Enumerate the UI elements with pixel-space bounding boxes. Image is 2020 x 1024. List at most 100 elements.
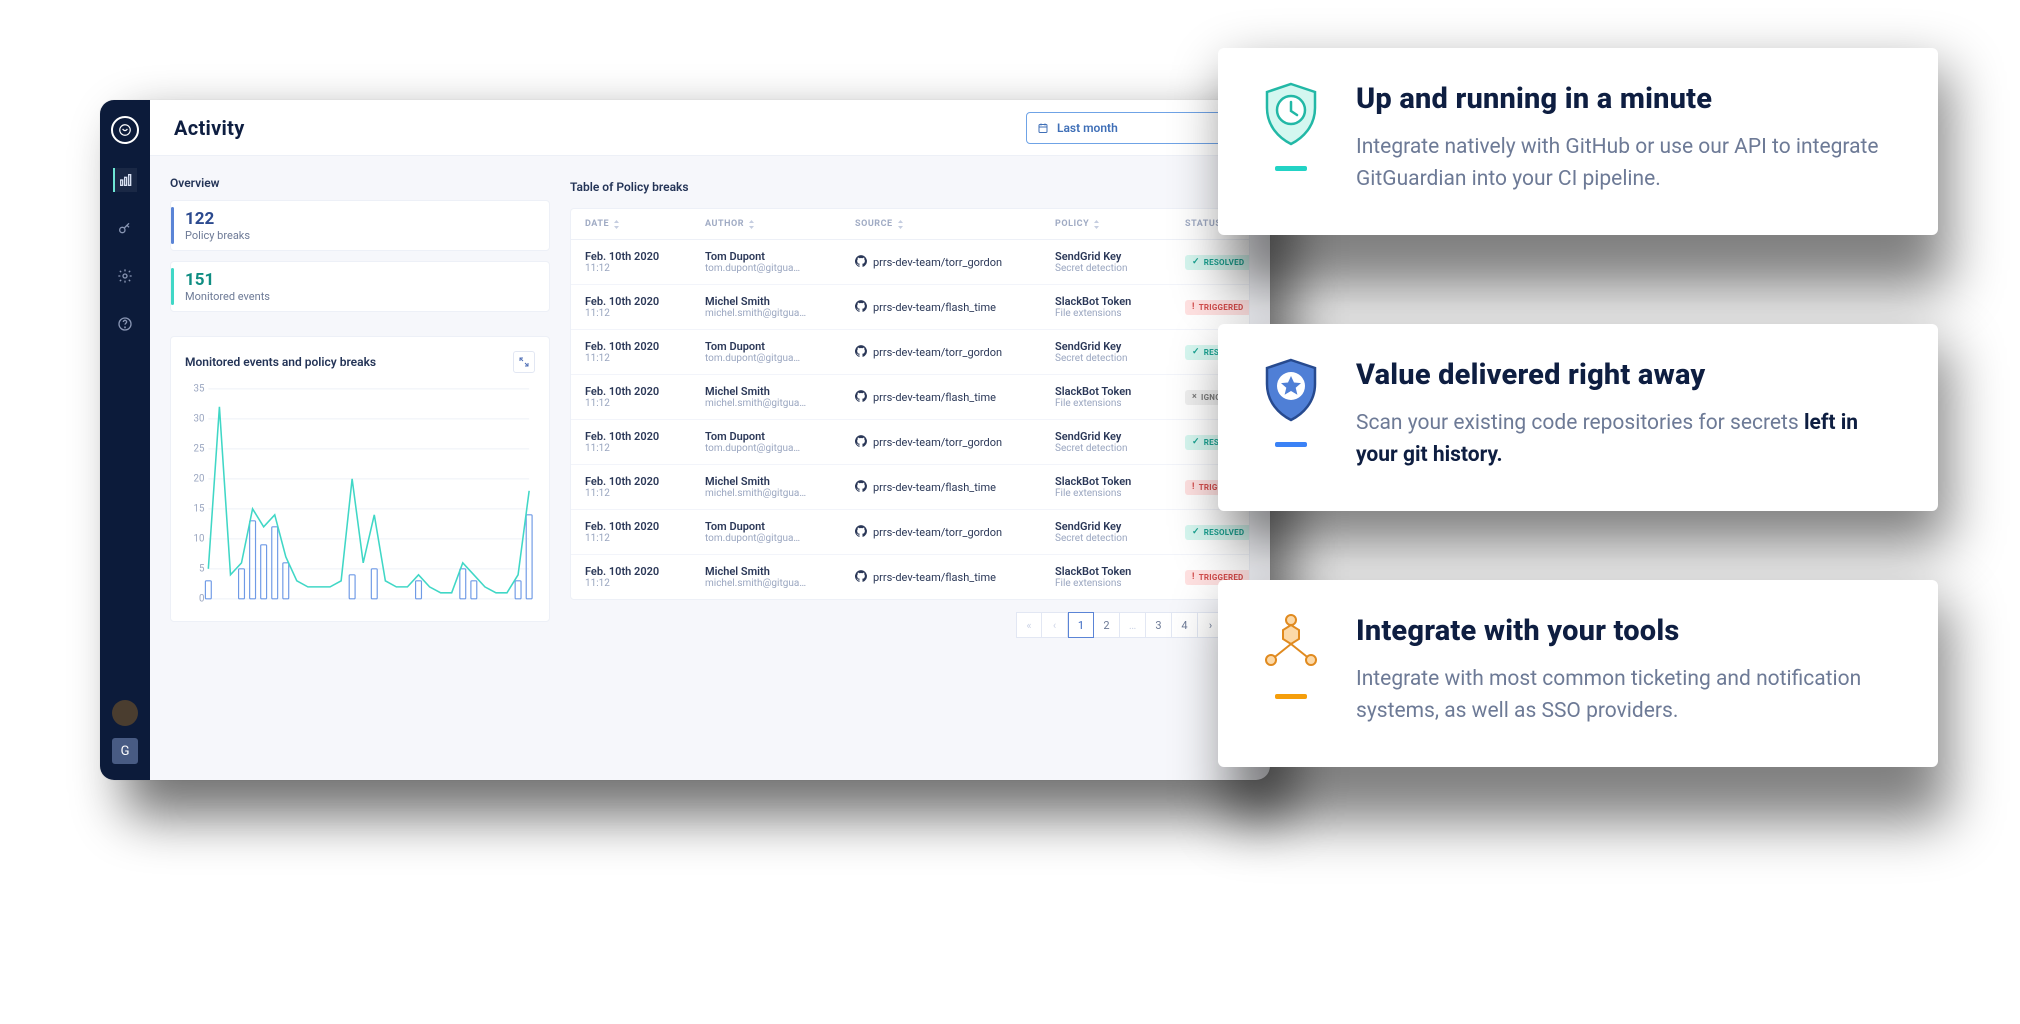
cell-policy-sub: File extensions: [1055, 398, 1185, 409]
table-row[interactable]: Feb. 10th 202011:12 Tom Duponttom.dupont…: [571, 420, 1249, 465]
cell-date: Feb. 10th 2020: [585, 340, 705, 353]
page-header: Activity Last month ▾: [150, 100, 1270, 156]
nodes-icon: [1263, 614, 1319, 674]
cell-author: Michel Smith: [705, 385, 855, 398]
cell-time: 11:12: [585, 353, 705, 364]
cell-time: 11:12: [585, 443, 705, 454]
user-avatar[interactable]: [112, 700, 138, 726]
chart-area: 05101520253035: [185, 383, 535, 613]
nav-settings[interactable]: [113, 264, 137, 288]
cell-date: Feb. 10th 2020: [585, 295, 705, 308]
cell-policy-sub: Secret detection: [1055, 533, 1185, 544]
dashboard-window: G Activity Last month ▾ Overview 122 Pol…: [100, 100, 1270, 780]
svg-text:10: 10: [194, 534, 205, 545]
cell-time: 11:12: [585, 533, 705, 544]
table-row[interactable]: Feb. 10th 202011:12 Michel Smithmichel.s…: [571, 555, 1249, 599]
feature-card-1: Up and running in a minute Integrate nat…: [1218, 48, 1938, 235]
table-row[interactable]: Feb. 10th 202011:12 Tom Duponttom.dupont…: [571, 510, 1249, 555]
clock-shield-icon: [1263, 82, 1319, 146]
nav-keys[interactable]: [113, 216, 137, 240]
cell-time: 11:12: [585, 398, 705, 409]
expand-icon: [518, 356, 530, 368]
stat-card[interactable]: 122 Policy breaks: [170, 200, 550, 251]
feature-2-body: Scan your existing code repositories for…: [1356, 408, 1896, 471]
github-icon: [855, 480, 867, 495]
policy-breaks-table: DATE AUTHOR SOURCE POLICY STATUS Feb. 10…: [570, 208, 1250, 600]
period-select[interactable]: Last month ▾: [1026, 112, 1246, 144]
cell-email: michel.smith@gitgua…: [705, 398, 855, 409]
svg-text:5: 5: [199, 564, 205, 575]
workspace-badge[interactable]: G: [112, 738, 138, 764]
table-row[interactable]: Feb. 10th 202011:12 Michel Smithmichel.s…: [571, 375, 1249, 420]
cell-policy: SendGrid Key: [1055, 520, 1185, 533]
github-icon: [855, 525, 867, 540]
table-row[interactable]: Feb. 10th 202011:12 Michel Smithmichel.s…: [571, 285, 1249, 330]
table-header-row: DATE AUTHOR SOURCE POLICY STATUS: [571, 209, 1249, 240]
content-area: Overview 122 Policy breaks151 Monitored …: [150, 156, 1270, 780]
star-shield-icon: [1263, 358, 1319, 422]
app-logo: [111, 116, 139, 144]
nav-activity[interactable]: [113, 168, 137, 192]
cell-author: Tom Dupont: [705, 250, 855, 263]
page-number[interactable]: 1: [1068, 612, 1094, 638]
left-column: Overview 122 Policy breaks 151 Monitored …: [170, 176, 550, 622]
table-row[interactable]: Feb. 10th 202011:12 Michel Smithmichel.s…: [571, 465, 1249, 510]
cell-email: michel.smith@gitgua…: [705, 578, 855, 589]
table-row[interactable]: Feb. 10th 202011:12 Tom Duponttom.dupont…: [571, 330, 1249, 375]
cell-email: michel.smith@gitgua…: [705, 488, 855, 499]
page-number: …: [1120, 612, 1146, 638]
column-header[interactable]: SOURCE: [855, 219, 1055, 229]
stat-value: 151: [185, 270, 535, 290]
github-icon: [855, 300, 867, 315]
page-number[interactable]: 2: [1094, 612, 1120, 638]
cell-source: prrs-dev-team/torr_gordon: [855, 525, 1055, 540]
cell-author: Michel Smith: [705, 475, 855, 488]
chart-card: Monitored events and policy breaks 0 5 10 1…: [170, 336, 550, 622]
cell-source: prrs-dev-team/torr_gordon: [855, 435, 1055, 450]
svg-text:0: 0: [199, 594, 204, 605]
cell-policy: SlackBot Token: [1055, 385, 1185, 398]
feature-card-2: Value delivered right away Scan your exi…: [1218, 324, 1938, 511]
cell-policy: SendGrid Key: [1055, 340, 1185, 353]
expand-chart-button[interactable]: [513, 351, 535, 373]
cell-policy: SendGrid Key: [1055, 430, 1185, 443]
svg-text:30: 30: [194, 414, 205, 425]
github-icon: [855, 345, 867, 360]
column-header[interactable]: AUTHOR: [705, 219, 855, 229]
page-number[interactable]: 3: [1146, 612, 1172, 638]
pagination: «‹12…34›»: [570, 612, 1250, 638]
stat-card[interactable]: 151 Monitored events: [170, 261, 550, 312]
feature-2-title: Value delivered right away: [1356, 358, 1896, 392]
cell-time: 11:12: [585, 578, 705, 589]
cell-time: 11:12: [585, 308, 705, 319]
cell-time: 11:12: [585, 263, 705, 274]
cell-email: michel.smith@gitgua…: [705, 308, 855, 319]
status-badge: !TRIGGERED: [1185, 300, 1250, 315]
cell-source: prrs-dev-team/torr_gordon: [855, 345, 1055, 360]
github-icon: [855, 390, 867, 405]
feature-1-body: Integrate natively with GitHub or use ou…: [1356, 132, 1896, 195]
cell-source: prrs-dev-team/torr_gordon: [855, 255, 1055, 270]
cell-email: tom.dupont@gitgua…: [705, 533, 855, 544]
calendar-icon: [1037, 122, 1049, 134]
cell-source: prrs-dev-team/flash_time: [855, 480, 1055, 495]
svg-text:15: 15: [194, 504, 205, 515]
feature-3-accent: [1275, 694, 1307, 699]
table-row[interactable]: Feb. 10th 202011:12 Tom Duponttom.dupont…: [571, 240, 1249, 285]
cell-policy: SlackBot Token: [1055, 295, 1185, 308]
feature-3-body: Integrate with most common ticketing and…: [1356, 664, 1896, 727]
column-header[interactable]: POLICY: [1055, 219, 1185, 229]
page-first: «: [1016, 612, 1042, 638]
nav-help[interactable]: [113, 312, 137, 336]
chart-title: Monitored events and policy breaks: [185, 355, 376, 369]
cell-email: tom.dupont@gitgua…: [705, 263, 855, 274]
column-header[interactable]: DATE: [585, 219, 705, 229]
right-column: Table of Policy breaks DATE AUTHOR SOURC…: [570, 176, 1250, 638]
feature-3-title: Integrate with your tools: [1356, 614, 1896, 648]
cell-date: Feb. 10th 2020: [585, 475, 705, 488]
overview-title: Overview: [170, 176, 550, 190]
cell-email: tom.dupont@gitgua…: [705, 443, 855, 454]
cell-date: Feb. 10th 2020: [585, 430, 705, 443]
cell-author: Tom Dupont: [705, 340, 855, 353]
page-number[interactable]: 4: [1172, 612, 1198, 638]
